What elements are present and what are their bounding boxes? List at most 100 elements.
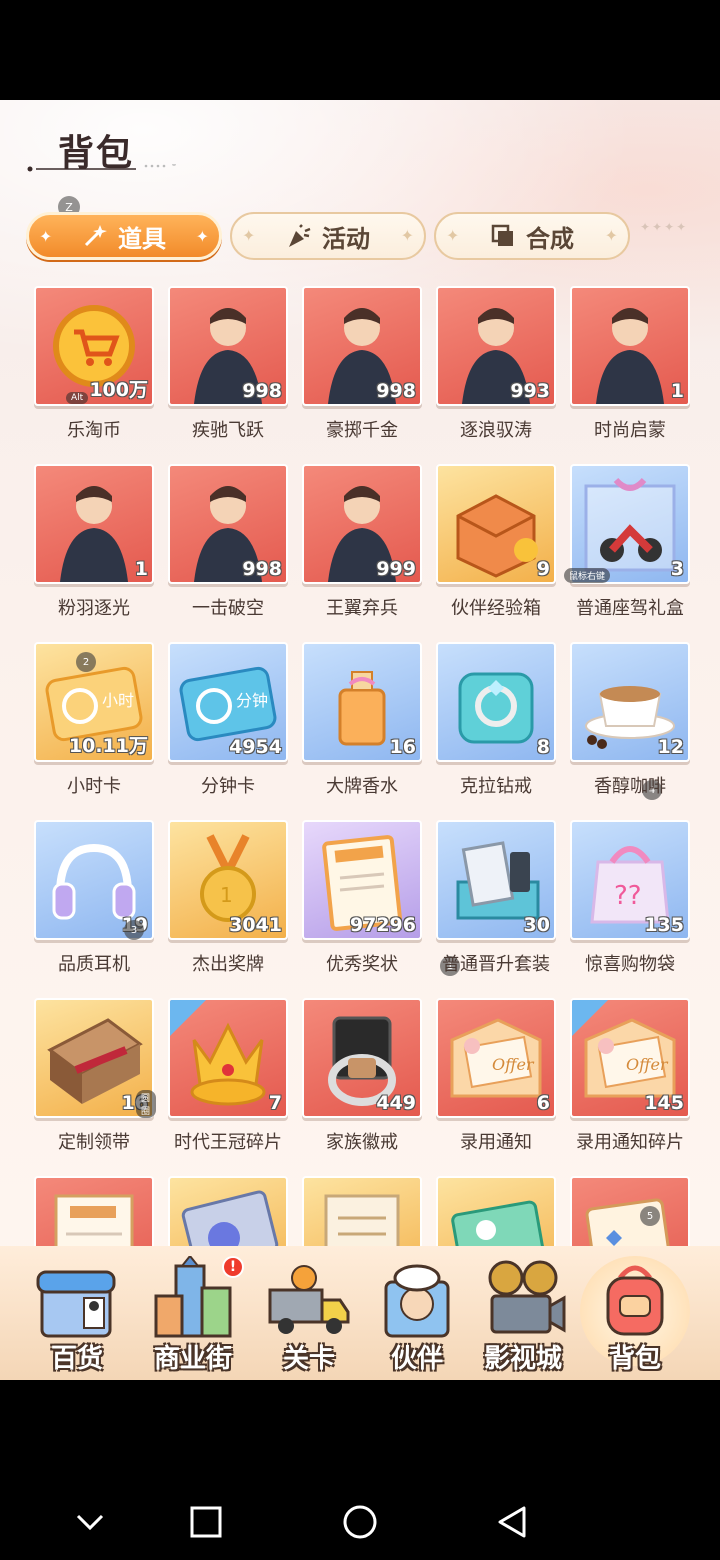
sparkle-icon: ✦	[195, 227, 209, 246]
magic-wand-icon	[82, 223, 108, 249]
item-tile[interactable]: 999	[302, 464, 422, 584]
item-name: 优秀奖状	[326, 954, 398, 975]
back-triangle-icon[interactable]	[492, 1502, 532, 1542]
item-tile[interactable]	[34, 1176, 154, 1246]
inventory-item[interactable]: 97296 优秀奖状	[302, 820, 424, 990]
item-tile[interactable]: ?? 135	[570, 820, 690, 940]
item-name: 分钟卡	[201, 776, 255, 797]
hint-badge: 3	[124, 920, 144, 940]
decorative-stars: ✦✦✦✦	[640, 220, 689, 234]
inventory-item[interactable]	[302, 1176, 424, 1246]
nav-department-store[interactable]: 百货	[22, 1246, 132, 1380]
backpack-icon	[606, 1265, 664, 1336]
item-tile[interactable]	[570, 1176, 690, 1246]
item-tile[interactable]: 8	[436, 642, 556, 762]
shortcut-tag: 圆圈	[136, 1090, 156, 1118]
truck-level-icon	[268, 1265, 350, 1334]
chevron-down-icon[interactable]	[70, 1502, 110, 1542]
svg-text:Offer: Offer	[626, 1055, 669, 1074]
item-tile[interactable]	[168, 1176, 288, 1246]
item-name: 王翼弃兵	[326, 598, 398, 619]
inventory-item[interactable]: ?? 135 惊喜购物袋	[570, 820, 692, 990]
inventory-item[interactable]: 998 一击破空	[168, 464, 290, 634]
inventory-item[interactable]: 小时 10.11万 2 小时卡	[34, 642, 156, 812]
inventory-item[interactable]: 100万 Alt 乐淘币	[34, 286, 156, 456]
scroll-icon	[324, 1194, 400, 1246]
item-tile[interactable]: 100万	[34, 286, 154, 406]
nav-backpack[interactable]: 背包	[580, 1246, 690, 1380]
item-tile[interactable]: 998	[168, 464, 288, 584]
item-tile[interactable]: Offer 6	[436, 998, 556, 1118]
inventory-item[interactable]: 5	[570, 1176, 692, 1246]
item-tile[interactable]	[302, 1176, 422, 1246]
item-tile[interactable]: 9	[436, 464, 556, 584]
hint-badge: 5	[640, 1206, 660, 1226]
item-count: 97296	[349, 914, 416, 936]
item-tile[interactable]: 449	[302, 998, 422, 1118]
inventory-item[interactable]: 30 1 普通晋升套装	[436, 820, 558, 990]
item-tile[interactable]: 7	[168, 998, 288, 1118]
inventory-item[interactable]: 9 伙伴经验箱	[436, 464, 558, 634]
inventory-item[interactable]: 3 鼠标右键 普通座驾礼盒	[564, 464, 692, 634]
inventory-item[interactable]	[436, 1176, 558, 1246]
item-count: 3041	[229, 914, 282, 936]
paper-form-icon	[54, 1194, 134, 1246]
item-tile[interactable]: Offer 145	[570, 998, 690, 1118]
inventory-item[interactable]: 998 疾驰飞跃	[168, 286, 290, 456]
inventory-item[interactable]	[168, 1176, 290, 1246]
inventory-item[interactable]: 1 3041 杰出奖牌	[168, 820, 290, 990]
tab-combine[interactable]: ✦ 合成 ✦	[434, 212, 630, 260]
svg-text:??: ??	[614, 881, 642, 911]
item-count: 3	[670, 558, 684, 580]
item-name: 时尚启蒙	[594, 420, 666, 441]
inventory-item[interactable]	[34, 1176, 156, 1246]
item-count: 449	[376, 1092, 416, 1114]
inventory-item[interactable]: Offer 145 录用通知碎片	[570, 998, 692, 1168]
inventory-item[interactable]: 449 家族徽戒	[302, 998, 424, 1168]
inventory-item[interactable]: 8 克拉钻戒	[436, 642, 558, 812]
inventory-item[interactable]: Offer 6 录用通知	[436, 998, 558, 1168]
item-count: 135	[644, 914, 684, 936]
inventory-item[interactable]: 993 逐浪驭涛	[436, 286, 558, 456]
item-tile[interactable]: 分钟 4954	[168, 642, 288, 762]
item-count: 145	[644, 1092, 684, 1114]
inventory-item[interactable]: 16 圆圈 定制领带	[34, 998, 156, 1168]
inventory-item[interactable]: 1 时尚启蒙	[570, 286, 692, 456]
item-tile[interactable]: 998	[168, 286, 288, 406]
item-count: 999	[376, 558, 416, 580]
nav-partner[interactable]: 伙伴	[362, 1246, 472, 1380]
item-tile[interactable]: 1 3041	[168, 820, 288, 940]
hint-badge: 2	[76, 652, 96, 672]
tab-items[interactable]: ✦ 道具 ✦	[26, 212, 222, 260]
bottom-navigation: 百货 ! 商业街 关卡 伙伴 影视城 背包	[0, 1246, 720, 1380]
home-circle-icon[interactable]	[340, 1502, 380, 1542]
item-count: 10.11万	[68, 735, 148, 757]
nav-film-city[interactable]: 影视城	[468, 1246, 578, 1380]
inventory-item[interactable]: 193品质耳机	[34, 820, 156, 990]
inventory-item[interactable]: 998 豪掷千金	[302, 286, 424, 456]
item-tile[interactable]: 97296	[302, 820, 422, 940]
item-tile[interactable]: 30	[436, 820, 556, 940]
inventory-item[interactable]: 分钟 4954 分钟卡	[168, 642, 290, 812]
item-tile[interactable]: 1	[570, 286, 690, 406]
inventory-item[interactable]: 16 大牌香水	[302, 642, 424, 812]
item-name: 豪掷千金	[326, 420, 398, 441]
inventory-item[interactable]: 1 粉羽逐光	[34, 464, 156, 634]
recents-square-icon[interactable]	[186, 1502, 226, 1542]
tab-activity[interactable]: ✦ 活动 ✦	[230, 212, 426, 260]
item-tile[interactable]	[436, 1176, 556, 1246]
item-tile[interactable]: 16	[302, 642, 422, 762]
item-tile[interactable]: 998	[302, 286, 422, 406]
inventory-item[interactable]: 999 王翼弃兵	[302, 464, 424, 634]
item-count: 7	[268, 1092, 282, 1114]
inventory-item[interactable]: 7 时代王冠碎片	[168, 998, 290, 1168]
item-tile[interactable]: 993	[436, 286, 556, 406]
item-tile[interactable]: 3	[570, 464, 690, 584]
nav-level[interactable]: 关卡	[254, 1246, 364, 1380]
item-tile[interactable]: 12	[570, 642, 690, 762]
inventory-item[interactable]: 12 4 香醇咖啡	[570, 642, 692, 812]
item-tile[interactable]: 1	[34, 464, 154, 584]
item-name: 疾驰飞跃	[192, 420, 264, 441]
tab-combine-label: 合成	[526, 224, 574, 253]
nav-commercial-street[interactable]: ! 商业街	[138, 1246, 248, 1380]
